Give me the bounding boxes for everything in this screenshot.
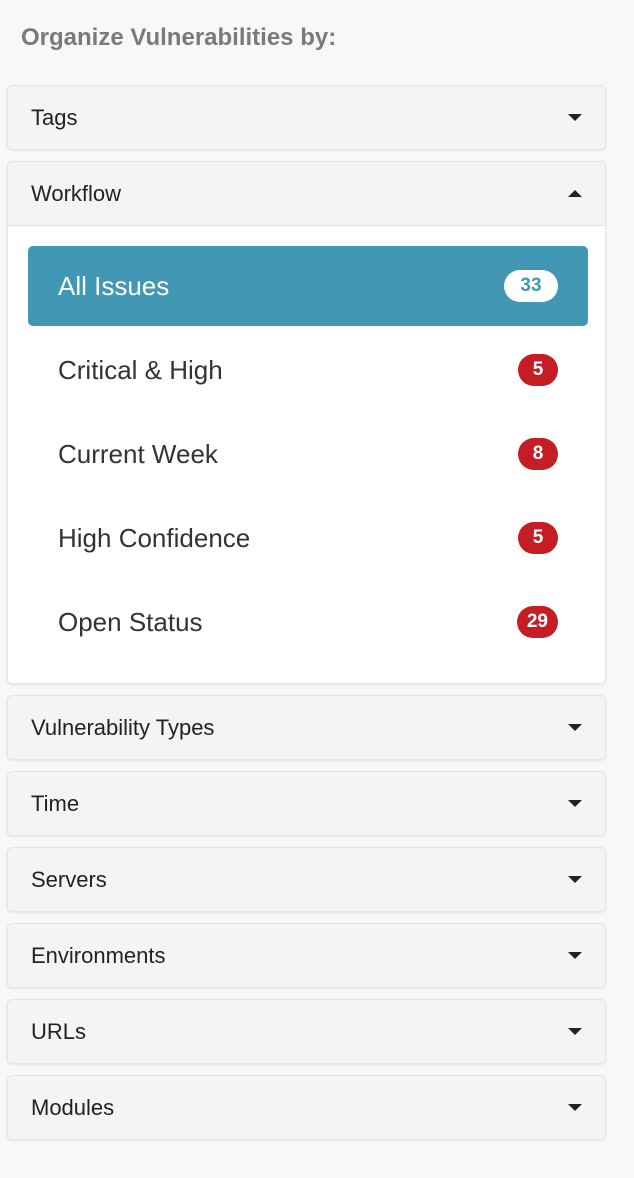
panel-header-modules[interactable]: Modules: [8, 1076, 605, 1139]
workflow-item-open-status[interactable]: Open Status 29: [28, 582, 588, 662]
item-label: Open Status: [58, 606, 203, 637]
panel-header-time[interactable]: Time: [8, 772, 605, 835]
panel-tags: Tags: [7, 85, 606, 150]
panel-header-servers[interactable]: Servers: [8, 848, 605, 911]
count-badge: 5: [518, 522, 558, 554]
count-badge: 33: [504, 270, 558, 302]
caret-down-icon: [568, 1104, 582, 1111]
panel-vulnerability-types: Vulnerability Types: [7, 695, 606, 760]
caret-down-icon: [568, 800, 582, 807]
panel-header-workflow[interactable]: Workflow: [8, 162, 605, 225]
panel-label: Environments: [31, 942, 166, 968]
caret-down-icon: [568, 952, 582, 959]
section-title: Organize Vulnerabilities by:: [21, 24, 337, 51]
panel-header-urls[interactable]: URLs: [8, 1000, 605, 1063]
caret-up-icon: [568, 190, 582, 197]
panel-label: Time: [31, 790, 80, 816]
workflow-item-all-issues[interactable]: All Issues 33: [28, 246, 588, 326]
item-label: Current Week: [58, 438, 218, 469]
count-badge: 8: [518, 438, 558, 470]
panel-modules: Modules: [7, 1075, 606, 1140]
panel-header-environments[interactable]: Environments: [8, 924, 605, 987]
caret-down-icon: [568, 114, 582, 121]
item-label: All Issues: [58, 270, 170, 301]
item-label: High Confidence: [58, 522, 251, 553]
workflow-item-high-confidence[interactable]: High Confidence 5: [28, 498, 588, 578]
caret-down-icon: [568, 876, 582, 883]
workflow-list: All Issues 33 Critical & High 5 Current We…: [8, 225, 605, 683]
panel-header-tags[interactable]: Tags: [8, 86, 605, 149]
item-label: Critical & High: [58, 354, 223, 385]
caret-down-icon: [568, 724, 582, 731]
panel-label: Servers: [31, 866, 107, 892]
panel-header-vulnerability-types[interactable]: Vulnerability Types: [8, 696, 605, 759]
count-badge: 5: [518, 354, 558, 386]
panel-label: Tags: [31, 104, 78, 130]
caret-down-icon: [568, 1028, 582, 1035]
panel-label: Modules: [31, 1094, 115, 1120]
workflow-item-critical-high[interactable]: Critical & High 5: [28, 330, 588, 410]
panel-time: Time: [7, 771, 606, 836]
panel-label: URLs: [31, 1018, 87, 1044]
panel-urls: URLs: [7, 999, 606, 1064]
panel-workflow: Workflow All Issues 33 Critical & High 5 C…: [7, 161, 606, 684]
panel-environments: Environments: [7, 923, 606, 988]
panel-label: Workflow: [31, 180, 122, 206]
count-badge: 29: [516, 606, 558, 638]
workflow-item-current-week[interactable]: Current Week 8: [28, 414, 588, 494]
panel-servers: Servers: [7, 847, 606, 912]
panel-label: Vulnerability Types: [31, 714, 215, 740]
